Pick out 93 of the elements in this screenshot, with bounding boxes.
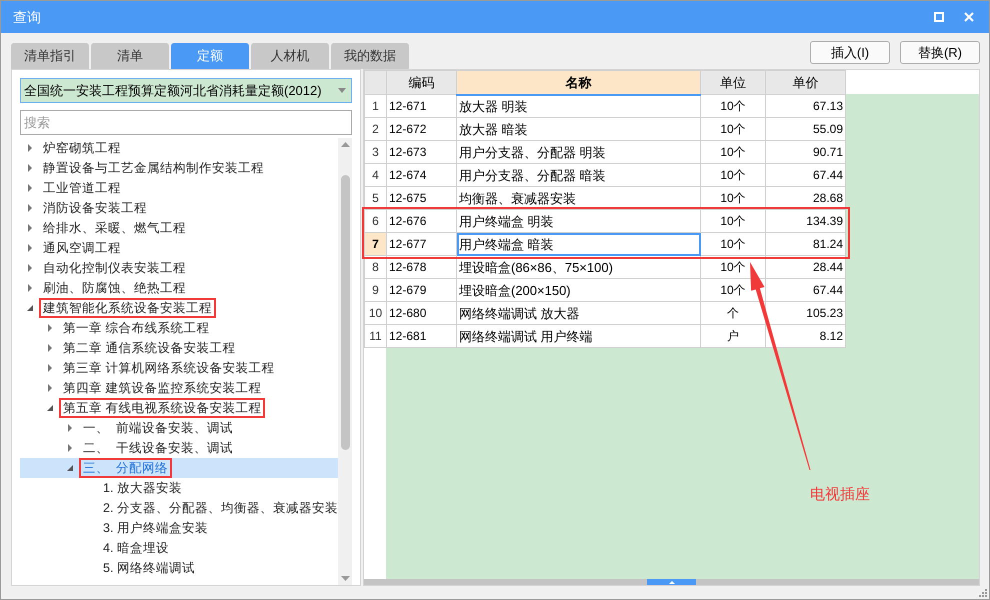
search-field[interactable]: 搜索 bbox=[20, 110, 352, 135]
expand-icon[interactable] bbox=[26, 144, 34, 152]
table-cell: 用户终端盒 明装 bbox=[456, 210, 700, 232]
tree-row[interactable]: 第二章 通信系统设备安装工程 bbox=[20, 338, 338, 358]
tree-label: 建筑智能化系统设备安装工程 bbox=[41, 300, 214, 316]
expand-icon[interactable] bbox=[46, 344, 54, 352]
tree-label: 刷油、防腐蚀、绝热工程 bbox=[42, 280, 187, 296]
close-icon[interactable] bbox=[964, 12, 974, 22]
tree-row[interactable]: 刷油、防腐蚀、绝热工程 bbox=[20, 278, 338, 298]
scrollbar[interactable] bbox=[338, 138, 352, 585]
tree-label: 1. 放大器安装 bbox=[102, 480, 183, 496]
tree-label: 4. 暗盒埋设 bbox=[102, 540, 170, 556]
column-header[interactable]: 名称 bbox=[456, 70, 700, 94]
tree-label: 2. 分支器、分配器、均衡器、衰减器安装 bbox=[102, 500, 338, 516]
annotation-label: 电视插座 bbox=[810, 485, 870, 505]
tree-label: 5. 网络终端调试 bbox=[102, 560, 196, 576]
dropdown-value: 全国统一安装工程预算定额河北省消耗量定额(2012) bbox=[24, 82, 323, 100]
tree-label: 静置设备与工艺金属结构制作安装工程 bbox=[42, 160, 265, 176]
table-cell: 用户终端盒 暗装 bbox=[456, 232, 700, 256]
tree-row[interactable]: 炉窑砌筑工程 bbox=[20, 138, 338, 158]
tree-row[interactable]: 一、 前端设备安装、调试 bbox=[20, 418, 338, 438]
tree-label: 给排水、采暖、燃气工程 bbox=[42, 220, 187, 236]
tree-label: 第三章 计算机网络系统设备安装工程 bbox=[62, 360, 276, 376]
tree-label: 通风空调工程 bbox=[42, 240, 122, 256]
expand-icon[interactable] bbox=[26, 184, 34, 192]
tree-row[interactable]: 静置设备与工艺金属结构制作安装工程 bbox=[20, 158, 338, 178]
tree-row[interactable]: 第四章 建筑设备监控系统安装工程 bbox=[20, 378, 338, 398]
expand-icon[interactable] bbox=[26, 244, 34, 252]
column-header[interactable]: 编码 bbox=[386, 70, 456, 94]
tree-label: 一、 前端设备安装、调试 bbox=[82, 420, 234, 436]
table-cell: 户 bbox=[700, 324, 766, 348]
tree-label: 第二章 通信系统设备安装工程 bbox=[62, 340, 236, 356]
tree-row[interactable]: 建筑智能化系统设备安装工程 bbox=[20, 298, 338, 318]
expand-icon[interactable] bbox=[46, 324, 54, 332]
tree-label: 二、 干线设备安装、调试 bbox=[82, 440, 234, 456]
caret-icon bbox=[338, 88, 346, 93]
tree-label: 第一章 综合布线系统工程 bbox=[62, 320, 210, 336]
expand-icon[interactable] bbox=[26, 224, 34, 232]
tree-label: 工业管道工程 bbox=[42, 180, 122, 196]
tree-label: 三、 分配网络 bbox=[81, 460, 170, 476]
tree-label: 第四章 建筑设备监控系统安装工程 bbox=[62, 380, 262, 396]
expand-icon[interactable] bbox=[26, 264, 34, 272]
tree-row[interactable]: 3. 用户终端盒安装 bbox=[20, 518, 338, 538]
tree-row[interactable]: 通风空调工程 bbox=[20, 238, 338, 258]
scrollbar-thumb[interactable] bbox=[340, 175, 350, 450]
column-header[interactable]: 单位 bbox=[700, 70, 766, 94]
tree-row[interactable]: 消防设备安装工程 bbox=[20, 198, 338, 218]
action-button[interactable]: 替换(R) bbox=[900, 41, 980, 64]
tree-label: 第五章 有线电视系统设备安装工程 bbox=[61, 400, 264, 416]
maximize-icon[interactable] bbox=[934, 12, 944, 22]
collapse-icon[interactable] bbox=[66, 464, 74, 472]
scroll-up-icon[interactable] bbox=[340, 142, 350, 147]
expand-icon[interactable] bbox=[26, 284, 34, 292]
expand-icon[interactable] bbox=[26, 204, 34, 212]
expand-icon[interactable] bbox=[46, 364, 54, 372]
collapse-icon[interactable] bbox=[46, 404, 54, 412]
action-button[interactable]: 插入(I) bbox=[810, 41, 890, 64]
window-title: 查询 bbox=[13, 8, 42, 26]
tab[interactable]: 清单 bbox=[91, 43, 169, 69]
tree-row[interactable]: 给排水、采暖、燃气工程 bbox=[20, 218, 338, 238]
resize-grip-icon[interactable] bbox=[979, 589, 987, 597]
tree-label: 自动化控制仪表安装工程 bbox=[42, 260, 187, 276]
tree-row[interactable]: 三、 分配网络 bbox=[20, 458, 338, 478]
tree-label: 炉窑砌筑工程 bbox=[42, 140, 122, 156]
tree-label: 消防设备安装工程 bbox=[42, 200, 148, 216]
table-cell: 网络终端调试 用户终端 bbox=[456, 324, 700, 348]
tree-row[interactable]: 2. 分支器、分配器、均衡器、衰减器安装 bbox=[20, 498, 338, 518]
up-arrow-icon bbox=[668, 580, 674, 584]
tree-row[interactable]: 5. 网络终端调试 bbox=[20, 558, 338, 578]
expand-icon[interactable] bbox=[26, 164, 34, 172]
scroll-down-icon[interactable] bbox=[340, 576, 350, 581]
tree-label: 3. 用户终端盒安装 bbox=[102, 520, 209, 536]
row-number: 11 bbox=[364, 324, 386, 348]
tab[interactable]: 我的数据 bbox=[331, 43, 409, 69]
expand-icon[interactable] bbox=[66, 424, 74, 432]
tree-row[interactable]: 第一章 综合布线系统工程 bbox=[20, 318, 338, 338]
tree-row[interactable]: 自动化控制仪表安装工程 bbox=[20, 258, 338, 278]
library-dropdown[interactable]: 全国统一安装工程预算定额河北省消耗量定额(2012) bbox=[20, 78, 352, 103]
tab[interactable]: 人材机 bbox=[251, 43, 329, 69]
tree-row[interactable]: 第五章 有线电视系统设备安装工程 bbox=[20, 398, 338, 418]
expand-icon[interactable] bbox=[66, 444, 74, 452]
table-cell: 12-681 bbox=[386, 324, 456, 348]
tree-row[interactable]: 第三章 计算机网络系统设备安装工程 bbox=[20, 358, 338, 378]
expand-icon[interactable] bbox=[46, 384, 54, 392]
tree-row[interactable]: 二、 干线设备安装、调试 bbox=[20, 438, 338, 458]
tree-row[interactable]: 工业管道工程 bbox=[20, 178, 338, 198]
scrollbar-thumb[interactable] bbox=[647, 579, 696, 585]
column-header[interactable]: 单价 bbox=[766, 70, 846, 94]
collapse-icon[interactable] bbox=[26, 304, 34, 312]
tab[interactable]: 清单指引 bbox=[11, 43, 89, 69]
tree-row[interactable]: 1. 放大器安装 bbox=[20, 478, 338, 498]
tree-row[interactable]: 4. 暗盒埋设 bbox=[20, 538, 338, 558]
horizontal-scrollbar[interactable] bbox=[364, 579, 979, 585]
